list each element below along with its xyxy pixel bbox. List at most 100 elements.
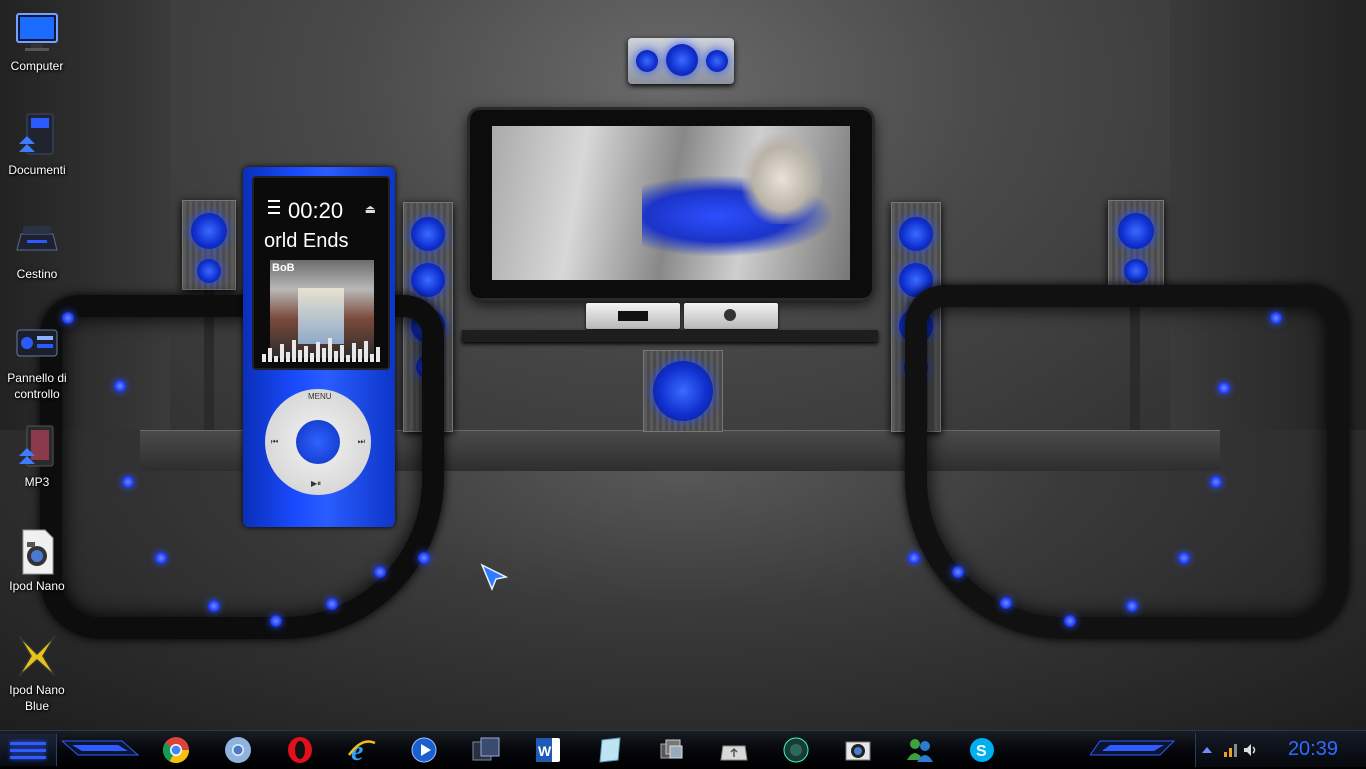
chair-led (1178, 552, 1190, 564)
desktop-icon-ipod-nano[interactable]: Ipod Nano (0, 528, 74, 594)
chair-led (122, 476, 134, 488)
documents-icon (13, 112, 61, 160)
chair-led (114, 380, 126, 392)
speaker-woofer (411, 263, 445, 297)
wheel-menu-label[interactable]: MENU (308, 392, 332, 401)
desktop-icon-label: Ipod Nano (9, 579, 65, 593)
amplifier-left (586, 303, 680, 329)
amplifier-right (684, 303, 778, 329)
center-speaker (628, 38, 734, 84)
speaker-woofer (1124, 259, 1148, 283)
desktop-icon-label: Documenti (8, 163, 66, 177)
xfire-icon (13, 632, 61, 680)
speaker-woofer (666, 44, 698, 76)
chair-led (1000, 597, 1012, 609)
volume-icon[interactable] (1242, 742, 1258, 758)
amp-display (618, 311, 648, 321)
subwoofer (643, 350, 723, 432)
desktop-icon-label: Ipod Nano Blue (9, 683, 65, 713)
album-art-text: BoB (272, 262, 295, 274)
ipod-time: 00:20 (288, 198, 344, 223)
file-manager-icon[interactable] (468, 734, 504, 766)
internet-explorer-icon[interactable]: e (344, 734, 380, 766)
start-bar (10, 742, 46, 745)
gadget-icon[interactable] (778, 734, 814, 766)
desktop-icon-label: Cestino (16, 267, 58, 281)
tv-picture-face (742, 134, 822, 224)
messenger-icon[interactable] (902, 734, 938, 766)
chair-right (905, 285, 1349, 639)
chair-led (270, 615, 282, 627)
mouse-cursor-icon (480, 563, 509, 591)
desktop-icon-computer[interactable]: Computer (0, 8, 74, 74)
television (470, 110, 872, 298)
opera-icon[interactable] (282, 734, 318, 766)
chair-led (208, 600, 220, 612)
mp3-folder-icon (13, 424, 61, 472)
tv-shelf (462, 330, 878, 342)
desktop-icon-label: Pannello di controllo (7, 371, 67, 401)
chromium-icon[interactable] (220, 734, 256, 766)
chair-led (374, 566, 386, 578)
desktop-icon-ipod-nano-blue[interactable]: Ipod Nano Blue (0, 632, 74, 714)
chrome-icon[interactable] (158, 734, 194, 766)
next-icon[interactable]: ⏭ (358, 437, 365, 447)
play-pause-icon[interactable]: ▶⏸ (311, 479, 321, 489)
chair-led (1210, 476, 1222, 488)
speaker-woofer (197, 259, 221, 283)
chair-led (326, 598, 338, 610)
desktop-icon-cestino[interactable]: Cestino (0, 216, 74, 282)
speaker-woofer (706, 50, 728, 72)
camera-icon[interactable] (840, 734, 876, 766)
eject-icon[interactable]: ⏏ (365, 202, 376, 216)
chair-led (1064, 615, 1076, 627)
speaker-woofer (411, 217, 445, 251)
speaker-woofer (636, 50, 658, 72)
monitor-icon (13, 8, 61, 56)
center-select-button[interactable] (296, 420, 340, 464)
ipod-song-title: orld Ends (264, 230, 349, 252)
speaker-woofer (191, 213, 227, 249)
svg-text:W: W (538, 743, 552, 759)
speaker-right-outer (1108, 200, 1164, 290)
chair-led (908, 552, 920, 564)
click-wheel[interactable]: MENU ⏮ ⏭ ▶⏸ (265, 389, 371, 495)
system-tray: 20:39 (1195, 733, 1366, 767)
speaker-left-outer (182, 200, 236, 290)
control-panel-icon (13, 320, 61, 368)
start-button[interactable] (0, 734, 57, 766)
image-file-icon (13, 528, 61, 576)
desktop-wallpaper[interactable] (0, 0, 1366, 730)
desktop-icon-label: Computer (10, 59, 64, 73)
desktop-icon-pannello-di-controllo[interactable]: Pannello di controllo (0, 320, 74, 402)
desktop-icon-documenti[interactable]: Documenti (0, 112, 74, 178)
skype-icon[interactable]: S (964, 734, 1000, 766)
chair-led (1270, 312, 1282, 324)
word-icon[interactable]: W (530, 734, 566, 766)
taskbar: e W S 20:39 (0, 730, 1366, 769)
clock[interactable]: 20:39 (1288, 738, 1338, 761)
speaker-woofer (899, 217, 933, 251)
gallery-icon[interactable] (654, 734, 690, 766)
media-player-icon[interactable] (406, 734, 442, 766)
notes-icon[interactable] (592, 734, 628, 766)
show-hidden-icons-icon[interactable] (1202, 747, 1212, 753)
ipod-screen: 00:20 ⏏ orld Ends BoB (252, 176, 390, 370)
recycle-bin-icon (13, 216, 61, 264)
chair-led (1126, 600, 1138, 612)
svg-text:S: S (976, 743, 987, 760)
previous-icon[interactable]: ⏮ (271, 437, 278, 447)
speaker-woofer (653, 361, 713, 421)
menu-lines-icon[interactable] (268, 200, 280, 214)
desktop-icon-mp3[interactable]: MP3 (0, 424, 74, 490)
ipod-nano-gadget[interactable]: 00:20 ⏏ orld Ends BoB MENU ⏮ ⏭ ▶⏸ (243, 167, 395, 527)
tv-screen (492, 126, 850, 280)
start-bar (10, 749, 46, 752)
usb-drive-icon[interactable] (716, 734, 752, 766)
network-icon[interactable] (1222, 742, 1238, 758)
chair-led (418, 552, 430, 564)
desktop-icon-label: MP3 (24, 475, 50, 489)
chair-led (1218, 382, 1230, 394)
equalizer-visualizer (262, 334, 380, 362)
start-bar (10, 756, 46, 759)
